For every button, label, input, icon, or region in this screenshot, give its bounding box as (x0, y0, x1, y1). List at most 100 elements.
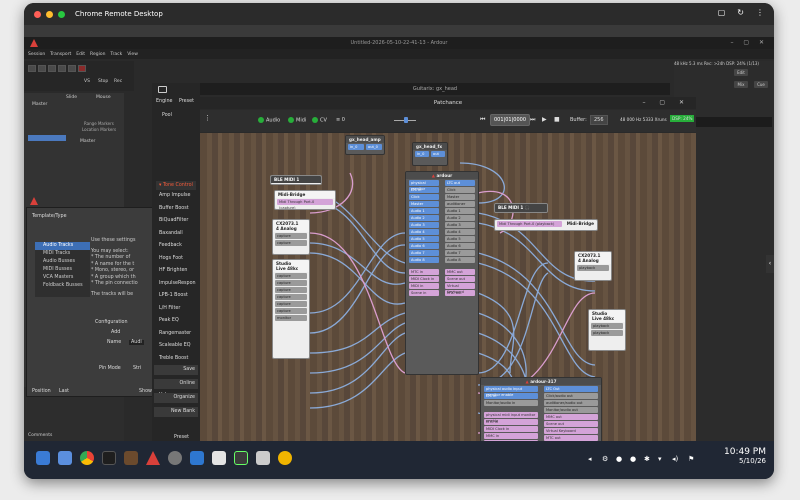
rec-label[interactable]: Rec (114, 79, 122, 84)
port[interactable]: Audio 5 (409, 236, 439, 242)
port[interactable]: MMC out (445, 269, 475, 275)
port[interactable]: playback (591, 323, 623, 329)
mouse-mode-dropdown[interactable]: Mouse (96, 95, 111, 100)
port[interactable]: monitor (275, 315, 307, 321)
port[interactable]: Audio 4 (445, 229, 475, 235)
start-menu-icon[interactable] (36, 451, 50, 465)
transport-stop-icon[interactable]: ■ (554, 116, 560, 123)
plugin-item[interactable]: HF Brighten (156, 265, 196, 278)
tray-bluetooth-icon[interactable]: ✱ (644, 455, 650, 463)
close-dot-icon[interactable] (34, 10, 41, 18)
port[interactable]: Audio 3 (445, 222, 475, 228)
plugin-item[interactable]: LPB-1 Boost (156, 290, 196, 303)
patchbay-canvas[interactable]: gx_head_amp in_0 out_0 gx_head_fx in_0 o… (200, 133, 696, 467)
edit-mode-dropdown[interactable]: Slide (66, 95, 77, 100)
plugin-item[interactable]: Treble Boost (156, 353, 196, 366)
port[interactable]: Audio 7 (445, 250, 475, 256)
node-midi-bridge-right[interactable]: Midi Through Port-0 (playback) Midi-Brid… (494, 219, 598, 231)
tray-wifi-icon[interactable]: ▾ (658, 455, 662, 463)
port[interactable]: MTC out (445, 290, 475, 296)
plugin-item[interactable]: BiQuadFilter (156, 215, 196, 228)
cv-filter-toggle[interactable]: CV (312, 117, 327, 124)
plugin-item[interactable]: Hogs Foot (156, 253, 196, 266)
transport-record-button[interactable] (78, 65, 86, 72)
plugin-category-tone-control[interactable]: ▾ Tone Control (156, 181, 196, 190)
system-clock[interactable]: 10:49 PM 5/10/26 (724, 447, 766, 465)
node-studio-left[interactable]: Studio Live 48kc capture capture capture … (272, 259, 310, 359)
track-name-input[interactable]: Audi (129, 340, 144, 345)
template-item-midi-tracks[interactable]: MIDI Tracks (35, 250, 90, 258)
port[interactable]: Virtual Keyboard (445, 283, 475, 294)
node-cx2073-right[interactable]: CX2073.1 4 Analog playback (574, 251, 612, 281)
maximize-dot-icon[interactable] (58, 10, 65, 18)
port[interactable]: LTC out (445, 180, 475, 186)
position-dropdown[interactable]: Last (59, 389, 69, 394)
port[interactable]: capture (275, 294, 307, 300)
plugin-item[interactable]: Buffer Boost (156, 203, 196, 216)
port[interactable]: Audio 7 (409, 250, 439, 256)
menu-region[interactable]: Region (90, 52, 105, 57)
port[interactable]: Virtual Keyboard (544, 428, 598, 434)
port[interactable]: Audio 4 (409, 229, 439, 235)
port[interactable]: capture (275, 280, 307, 286)
comments-button[interactable]: Comments (28, 433, 52, 438)
port[interactable]: in_0 (415, 151, 429, 157)
tray-audio-icon[interactable]: ● (616, 455, 622, 463)
node-ble-midi[interactable]: BLE MIDI 1 (270, 175, 322, 185)
plugin-item[interactable]: Amp Impulse (156, 190, 196, 203)
port[interactable]: Master (409, 201, 439, 207)
more-menu-icon[interactable]: ⋮ (756, 8, 764, 17)
pool-toggle[interactable]: Pool (162, 113, 172, 118)
port[interactable]: playback (577, 265, 609, 271)
app-icon[interactable] (278, 451, 292, 465)
template-item-foldback-busses[interactable]: Foldback Busses (35, 282, 90, 290)
template-item-audio-tracks[interactable]: Audio Tracks (35, 242, 90, 250)
menu-icon[interactable]: ⋮ (204, 114, 211, 122)
port[interactable]: MTC in (484, 419, 538, 425)
master-track-label[interactable]: Master (80, 139, 95, 144)
port[interactable]: MMC out (544, 414, 598, 420)
port[interactable]: capture (275, 308, 307, 314)
cue-window-button[interactable]: Cue (754, 81, 768, 88)
port[interactable]: MTC in (409, 269, 439, 275)
port[interactable]: capture (275, 273, 307, 279)
file-manager-icon[interactable] (58, 451, 72, 465)
plugin-item[interactable]: L/H Filter (156, 303, 196, 316)
port[interactable]: MIDI Clock in (409, 276, 439, 282)
tray-volume-icon[interactable]: ◂) (672, 455, 678, 463)
pin-mode-dropdown[interactable]: Stri (133, 366, 141, 371)
port[interactable]: Audio 6 (445, 243, 475, 249)
port[interactable]: in_0 (348, 144, 364, 150)
minimize-dot-icon[interactable] (46, 10, 53, 18)
notes-icon[interactable] (212, 451, 226, 465)
midi-filter-toggle[interactable]: Midi (288, 117, 306, 124)
port[interactable]: capture (275, 287, 307, 293)
node-ardour[interactable]: ▲ ardour physical monitor LTC in Click M… (405, 171, 479, 375)
plugin-item[interactable]: Peak EQ (156, 315, 196, 328)
menu-edit[interactable]: Edit (76, 52, 85, 57)
tray-network-icon[interactable]: ⚙ (602, 455, 608, 463)
show-checkbox[interactable]: Show (139, 389, 152, 394)
guitarix-icon[interactable] (124, 451, 138, 465)
patchance-window-buttons[interactable]: – ▢ ✕ (642, 97, 690, 109)
port[interactable]: Scene out (544, 421, 598, 427)
port[interactable]: Scene out (445, 276, 475, 282)
port[interactable]: Click/audio out (544, 393, 598, 399)
transport-loop-button[interactable] (58, 65, 66, 72)
port[interactable]: auditioner (445, 201, 475, 207)
port[interactable]: Monitor/audio in (484, 400, 538, 406)
port[interactable]: LTC Out (544, 386, 598, 392)
patchance-icon[interactable] (234, 451, 248, 465)
port[interactable]: capture (275, 233, 307, 239)
port[interactable]: physical audio input monitor enable (484, 386, 538, 397)
port[interactable]: MIDI Clock in (484, 426, 538, 432)
port[interactable]: Midi Through Port-0 (playback) (497, 221, 562, 227)
plugin-item[interactable]: Scaleable EQ (156, 340, 196, 353)
transport-rewind-button[interactable] (38, 65, 46, 72)
plugin-item[interactable]: Rangemaster (156, 328, 196, 341)
template-item-audio-busses[interactable]: Audio Busses (35, 258, 90, 266)
transport-stop-button[interactable] (68, 65, 76, 72)
port[interactable]: Audio 1 (445, 208, 475, 214)
port[interactable]: auditioner/audio out (544, 400, 598, 406)
engine-menu[interactable]: Engine (156, 99, 172, 104)
